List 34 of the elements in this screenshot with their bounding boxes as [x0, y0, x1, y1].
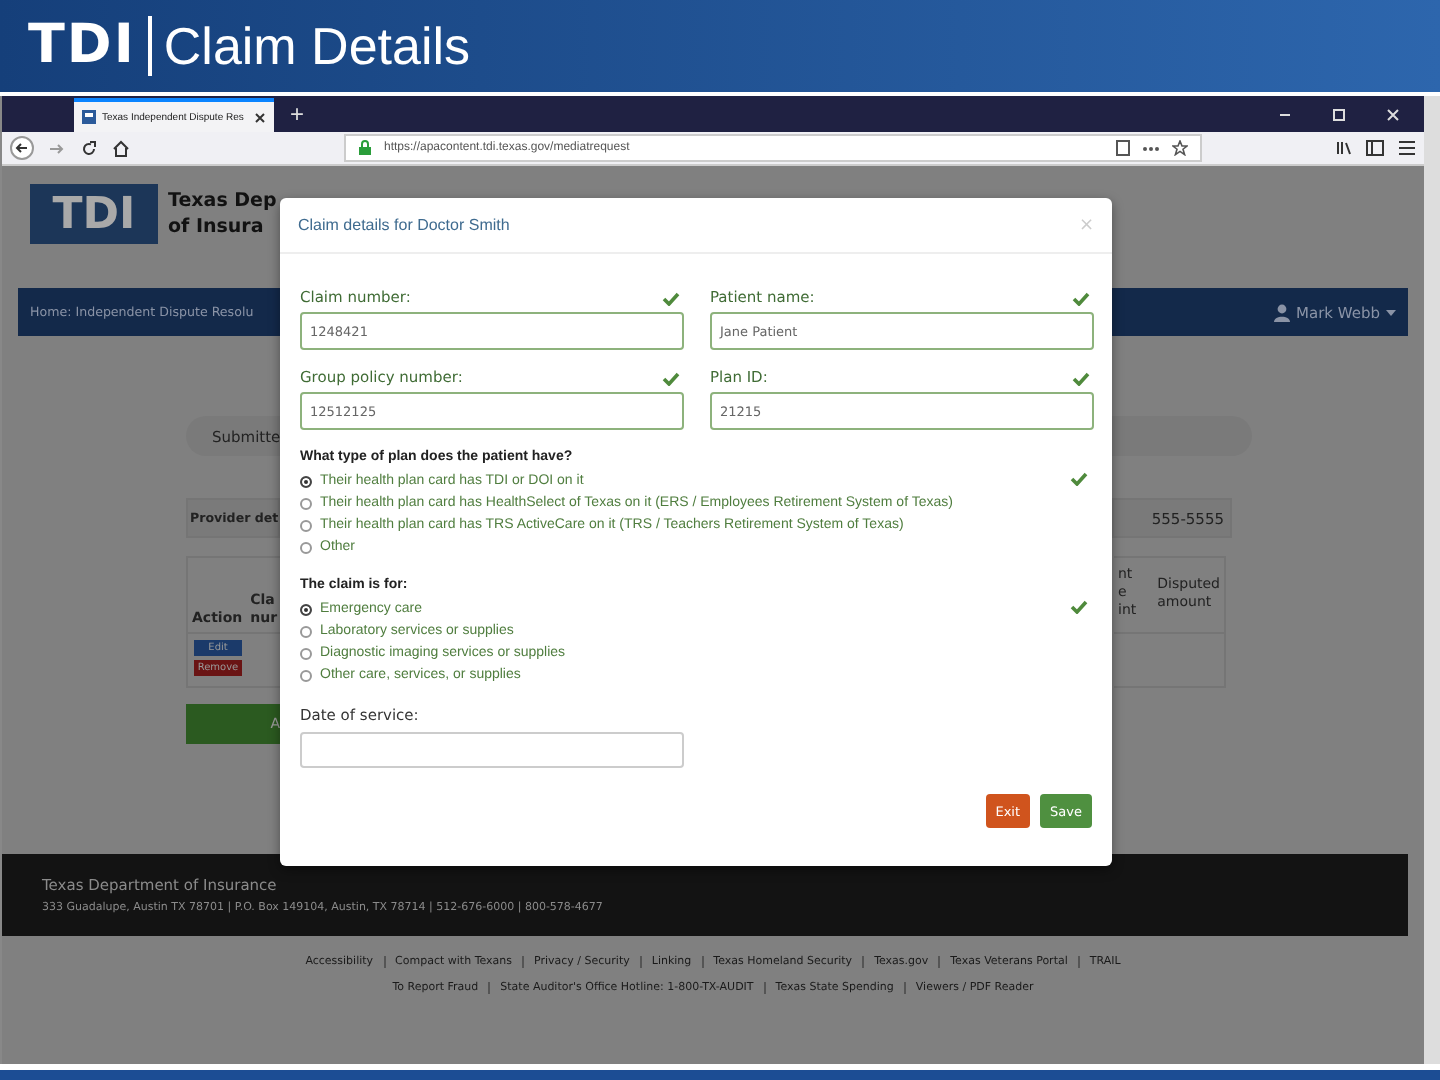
star-icon[interactable] [1172, 140, 1188, 156]
check-icon [662, 292, 680, 306]
reload-icon[interactable] [80, 139, 98, 157]
lock-icon [358, 140, 372, 156]
dialog-title: Claim details for Doctor Smith [298, 216, 510, 234]
slide-title: Claim Details [163, 15, 471, 77]
radio-button[interactable] [300, 497, 312, 509]
radio-button[interactable] [300, 519, 312, 531]
radio-button[interactable] [300, 625, 312, 637]
home-icon[interactable] [112, 139, 130, 157]
back-icon[interactable] [10, 136, 34, 160]
radio-button[interactable] [300, 541, 312, 553]
more-icon[interactable] [1142, 145, 1160, 151]
maximize-icon[interactable] [1332, 107, 1346, 121]
site-logo[interactable]: TDI [30, 184, 158, 244]
slide-logo: TDI [28, 16, 152, 76]
radio-button[interactable] [300, 603, 312, 615]
library-icon[interactable] [1336, 140, 1352, 156]
favicon-icon [82, 110, 96, 124]
check-icon [1072, 372, 1090, 386]
sidebar-icon[interactable] [1366, 140, 1384, 156]
reader-icon[interactable] [1116, 140, 1130, 156]
date-field[interactable] [300, 732, 684, 768]
close-icon[interactable] [254, 111, 266, 123]
radio-button[interactable] [300, 647, 312, 659]
user-icon [1274, 303, 1290, 321]
caret-icon [1386, 309, 1396, 315]
check-icon [662, 372, 680, 386]
new-tab-button[interactable]: + [290, 100, 305, 128]
menu-icon[interactable] [1398, 140, 1416, 156]
site-name: Texas Dep of Insura [168, 188, 277, 240]
check-icon [1072, 292, 1090, 306]
radio-button[interactable] [300, 669, 312, 681]
radio-button[interactable] [300, 475, 312, 487]
